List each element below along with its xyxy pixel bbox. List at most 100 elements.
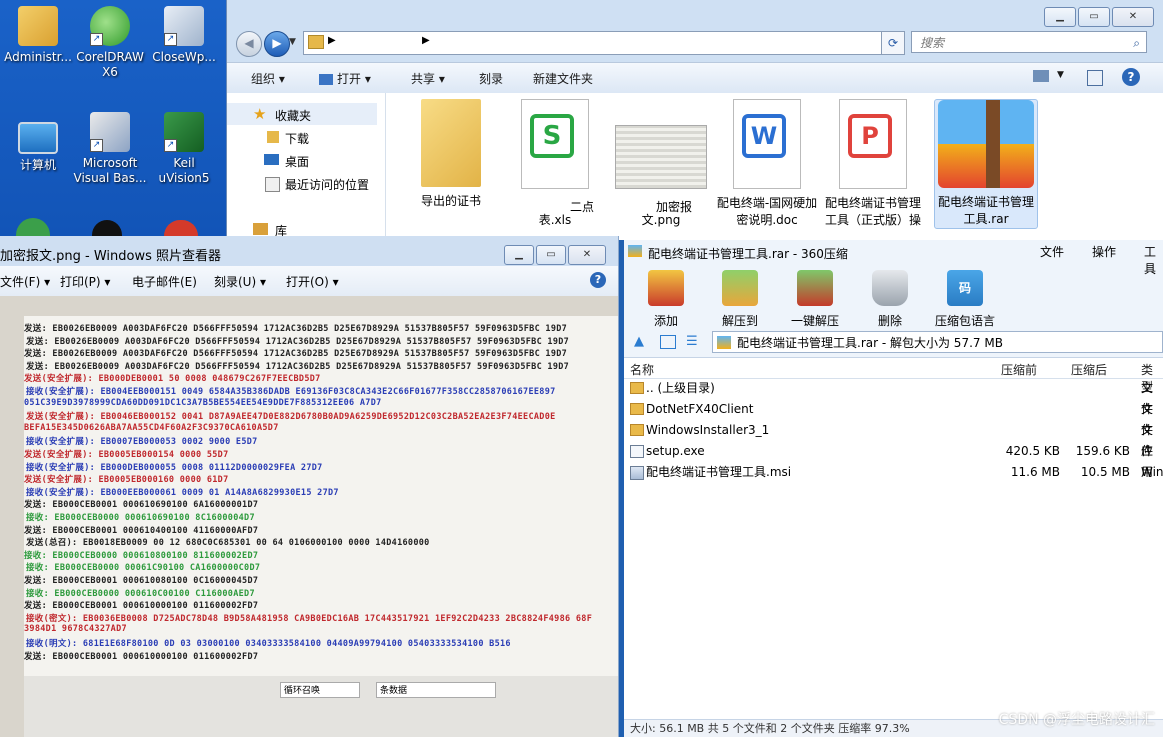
log-line: 发送: EB000CEB0001 000610690100 6A16000001… [24,500,259,511]
table-row[interactable]: 配电终端证书管理工具.msi 11.6 MB 10.5 MB Win [624,462,1163,483]
row-name: .. (上级目录) [646,381,715,395]
log-line: 发送: EB0026EB0009 A003DAF6FC20 D566FFF505… [26,361,570,372]
share-button[interactable]: 共享 ▾ [411,70,445,87]
log-line: 接收(安全扩展): EB000EEB000061 0009 01 A14A8A6… [26,487,339,498]
up-arrow-icon[interactable]: ▲ [634,334,644,349]
maximize-button[interactable]: ▭ [1078,7,1110,27]
close-button[interactable]: ✕ [1112,7,1154,27]
desktop-icon-label: Microsoft Visual Bas... [73,156,147,185]
file-item-folder[interactable]: 导出的证书 [400,99,502,210]
help-icon[interactable]: ? [590,272,606,288]
archive-path-bar[interactable]: 配电终端证书管理工具.rar - 解包大小为 57.7 MB [712,331,1163,353]
forward-button[interactable]: ▶ [264,31,290,57]
view-dropdown[interactable]: ▼ [1057,70,1064,80]
one-click-extract-button[interactable]: 一键解压 [779,270,851,329]
log-line: 接收(明文): 681E1E68F80100 0D 03 03000100 03… [26,639,511,649]
zip-menu-file[interactable]: 文件 [1040,243,1064,260]
col-name[interactable]: 名称 [630,361,654,378]
user-folder-icon [18,6,58,46]
view-options-icon[interactable] [1033,70,1049,82]
zip-menu-ops[interactable]: 操作 [1092,243,1116,260]
desktop-icon-computer[interactable]: 计算机 [0,116,76,173]
table-row[interactable]: setup.exe 420.5 KB 159.6 KB 应用 [624,441,1163,479]
file-item-doc[interactable]: W 配电终端-国网硬加密说明.doc [716,99,818,229]
mode-select: 循环召唤 [280,682,360,698]
burn-button[interactable]: 刻录 [479,70,503,87]
file-item-xls[interactable]: S 二点 表.xls [504,99,606,227]
archive-path-text: 配电终端证书管理工具.rar - 解包大小为 57.7 MB [737,336,1003,350]
preview-pane-icon[interactable] [1087,70,1103,86]
thumbnail-view-icon[interactable] [660,335,676,349]
add-button[interactable]: 添加 [630,270,702,329]
table-row[interactable]: .. (上级目录) 文件 [624,378,1163,416]
log-line: 发送: EB0026EB0009 A003DAF6FC20 D566FFF505… [24,349,568,360]
folder-icon [630,382,644,394]
keil-icon: ↗ [164,112,204,152]
back-button[interactable]: ◀ [236,31,262,57]
folder-icon [308,35,324,49]
address-bar[interactable]: ▶ ▶ ▼ [303,31,903,55]
image-thumbnail [615,125,707,189]
menu-print[interactable]: 打印(P) ▾ [60,273,110,290]
desktop-icon-keil[interactable]: ↗ Keil uVision5 [146,112,222,186]
nav-recent[interactable]: 最近访问的位置 [285,176,369,193]
nav-favorites[interactable]: 收藏夹 [275,107,311,124]
photographed-log-screen: 发送: EB0026EB0009 A003DAF6FC20 D566FFF505… [24,316,618,676]
new-folder-button[interactable]: 新建文件夹 [533,70,593,87]
search-input[interactable]: 搜索 ⌕ [911,31,1147,53]
row-before: 420.5 KB [1005,444,1060,458]
archive-language-button[interactable]: 码 压缩包语言 [929,270,1001,329]
watermark: CSDN @浮尘电路设计汇 [998,712,1155,728]
maximize-button[interactable]: ▭ [536,245,566,265]
log-line: 发送(安全扩展): EB0005EB000160 0000 61D7 [24,475,229,486]
row-name: setup.exe [646,444,705,458]
log-line: 发送: EB000CEB0001 000610080100 0C16000045… [24,576,259,586]
desktop-icon-visual-basic[interactable]: ↗ Microsoft Visual Bas... [72,112,148,186]
file-item-rar[interactable]: 配电终端证书管理工具.rar [934,99,1038,229]
close-button[interactable]: ✕ [568,245,606,265]
desktop-icon-label: 计算机 [19,158,56,172]
breadcrumb-arrow[interactable]: ▶ [328,35,336,46]
delete-button[interactable]: 删除 [854,270,926,329]
organize-button[interactable]: 组织 ▾ [251,70,285,87]
list-view-icon[interactable]: ☰ [686,334,698,349]
log-line: 发送(安全扩展): EB0046EB000152 0041 D87A9AEE47… [26,412,556,423]
desktop-icon-closewp[interactable]: ↗ CloseWp... [146,6,222,65]
explorer-toolbar: 组织 ▾ 打开 ▾ 共享 ▾ 刻录 新建文件夹 ▼ ? [227,62,1163,94]
desktop-icon-administrator[interactable]: Administr... [0,6,76,65]
nav-desktop[interactable]: 桌面 [285,153,309,170]
file-name: 表.xls [538,213,572,227]
open-button[interactable]: 打开 ▾ [319,70,371,87]
log-line: 发送(安全扩展): EB000DEB0001 50 0008 048679C26… [24,374,321,385]
table-row[interactable]: WindowsInstaller3_1 文件 [624,420,1163,458]
minimize-button[interactable]: ▁ [1044,7,1076,27]
menu-open[interactable]: 打开(O) ▾ [286,273,339,290]
history-dropdown[interactable]: ▼ [289,37,296,47]
menu-file[interactable]: 文件(F) ▾ [0,273,50,290]
viewer-title-buttons: ▁ ▭ ✕ [504,245,606,265]
zip-app-icon [628,245,642,257]
col-before[interactable]: 压缩前 [1001,361,1037,378]
minimize-button[interactable]: ▁ [504,245,534,265]
libraries-icon [253,223,268,235]
nav-downloads[interactable]: 下载 [285,130,309,147]
breadcrumb-arrow[interactable]: ▶ [422,35,430,46]
table-row[interactable]: DotNetFX40Client 文件 [624,399,1163,437]
menu-email[interactable]: 电子邮件(E) [132,273,197,290]
log-line: 接收(安全扩展): EB0007EB000053 0002 9000 E5D7 [26,437,258,448]
extract-to-button[interactable]: 解压到 [704,270,776,329]
help-icon[interactable]: ? [1122,68,1140,86]
file-item-pdf[interactable]: P 配电终端证书管理工具（正式版）操作手册 [822,99,924,229]
archive-strap [986,100,1000,188]
refresh-button[interactable]: ⟳ [881,31,905,55]
zip-menu-tools[interactable]: 工具 [1144,243,1163,277]
col-after[interactable]: 压缩后 [1071,361,1107,378]
log-line: 接收: EB000CEB0000 000610690100 8C1600004D… [26,513,255,523]
search-icon: ⌕ [1133,36,1140,50]
file-item-png[interactable]: 加密报 文.png [610,99,712,227]
photo-canvas: 发送: EB0026EB0009 A003DAF6FC20 D566FFF505… [0,296,618,737]
tool-label: 一键解压 [790,314,839,328]
desktop-icon-coreldraw[interactable]: ↗ CorelDRAW X6 [72,6,148,80]
navigation-pane: ★ 收藏夹 下载 桌面 最近访问的位置 库 [227,93,386,240]
menu-burn[interactable]: 刻录(U) ▾ [214,273,266,290]
